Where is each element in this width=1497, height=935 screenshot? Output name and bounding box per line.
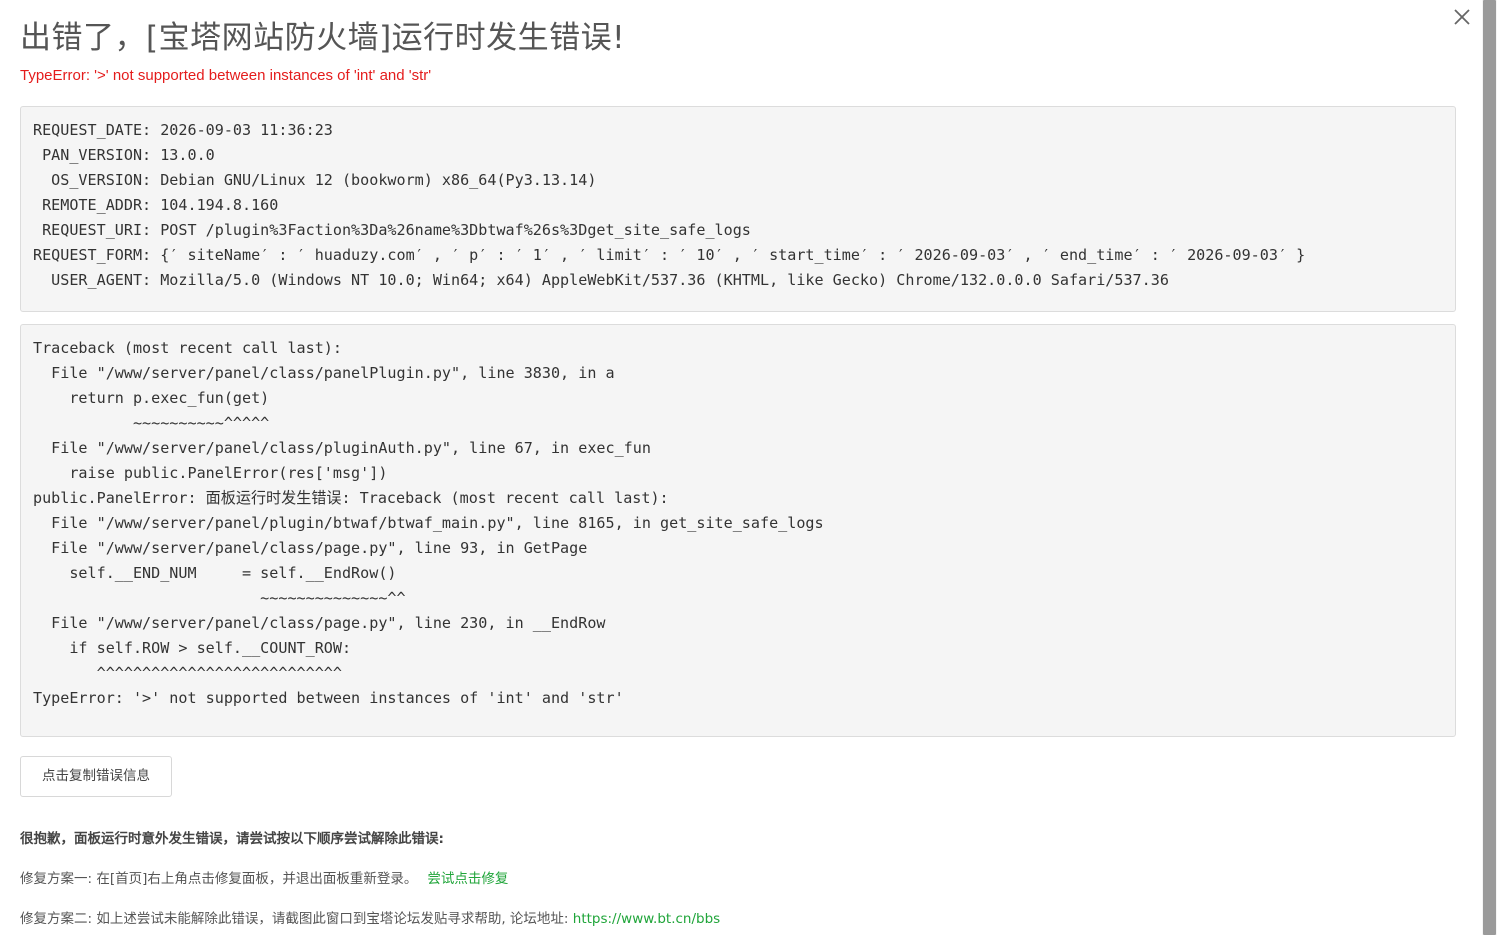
forum-link[interactable]: https://www.bt.cn/bbs: [573, 911, 720, 927]
fix-option-two: 修复方案二: 如上述尝试未能解除此错误，请截图此窗口到宝塔论坛发贴寻求帮助, 论…: [20, 907, 720, 927]
request-info-line: REQUEST_FORM: {′ siteName′ : ′ huaduzy.c…: [33, 246, 1306, 264]
traceback-line: if self.ROW > self.__COUNT_ROW:: [33, 639, 352, 657]
traceback-line: File "/www/server/panel/plugin/btwaf/btw…: [33, 514, 824, 532]
traceback-line: self.__END_NUM = self.__EndRow(): [33, 564, 397, 582]
help-title: 很抱歉，面板运行时意外发生错误，请尝试按以下顺序尝试解除此错误:: [20, 831, 444, 847]
fix-option-one: 修复方案一: 在[首页]右上角点击修复面板，并退出面板重新登录。 尝试点击修复: [20, 867, 508, 887]
request-info-line: OS_VERSION: Debian GNU/Linux 12 (bookwor…: [33, 171, 597, 189]
traceback-line: File "/www/server/panel/class/page.py", …: [33, 539, 588, 557]
request-info-line: REQUEST_DATE: 2026-09-03 11:36:23: [33, 121, 333, 139]
traceback-line: TypeError: '>' not supported between ins…: [33, 689, 624, 707]
traceback-line: Traceback (most recent call last):: [33, 339, 342, 357]
fix-option-two-text: 修复方案二: 如上述尝试未能解除此错误，请截图此窗口到宝塔论坛发贴寻求帮助, 论…: [20, 911, 573, 927]
request-info-line: PAN_VERSION: 13.0.0: [33, 146, 215, 164]
traceback-box: Traceback (most recent call last): File …: [20, 324, 1456, 737]
scrollbar-thumb[interactable]: [1483, 0, 1496, 935]
close-button[interactable]: [1451, 6, 1473, 28]
error-message: TypeError: '>' not supported between ins…: [20, 67, 432, 84]
request-info-line: USER_AGENT: Mozilla/5.0 (Windows NT 10.0…: [33, 271, 1169, 289]
try-repair-link[interactable]: 尝试点击修复: [427, 871, 508, 887]
fix-option-one-text: 修复方案一: 在[首页]右上角点击修复面板，并退出面板重新登录。: [20, 871, 418, 887]
traceback-line: public.PanelError: 面板运行时发生错误: Traceback …: [33, 489, 669, 507]
close-icon: [1454, 9, 1470, 25]
traceback-line: return p.exec_fun(get): [33, 389, 270, 407]
traceback-line: ~~~~~~~~~~~~~~^^: [33, 589, 406, 607]
error-dialog: 出错了，[宝塔网站防火墙]运行时发生错误! TypeError: '>' not…: [0, 0, 1497, 935]
traceback-line: raise public.PanelError(res['msg']): [33, 464, 388, 482]
traceback-line: File "/www/server/panel/class/panelPlugi…: [33, 364, 615, 382]
request-info-line: REMOTE_ADDR: 104.194.8.160: [33, 196, 279, 214]
copy-error-button[interactable]: 点击复制错误信息: [20, 756, 172, 797]
traceback-line: File "/www/server/panel/class/page.py", …: [33, 614, 606, 632]
dialog-title: 出错了，[宝塔网站防火墙]运行时发生错误!: [20, 20, 626, 56]
traceback-line: ~~~~~~~~~~^^^^^: [33, 414, 270, 432]
request-info-box: REQUEST_DATE: 2026-09-03 11:36:23 PAN_VE…: [20, 106, 1456, 312]
traceback-line: File "/www/server/panel/class/pluginAuth…: [33, 439, 651, 457]
traceback-line: ^^^^^^^^^^^^^^^^^^^^^^^^^^^: [33, 664, 342, 682]
request-info-line: REQUEST_URI: POST /plugin%3Faction%3Da%2…: [33, 221, 751, 239]
